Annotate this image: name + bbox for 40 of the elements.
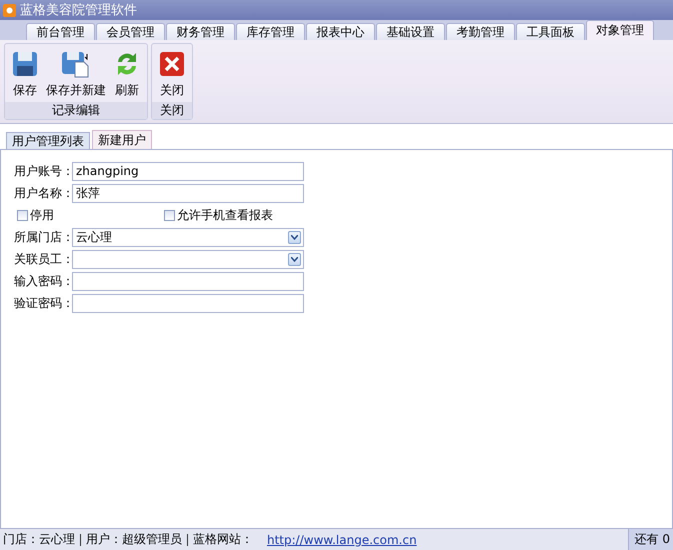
menu-tab[interactable]: 考勤管理 [446,23,515,40]
field-label: 输入密码： [14,272,72,290]
toolbar-button[interactable]: 保存 [9,48,41,102]
close-icon [159,50,185,78]
status-text: 蓝格网站： [193,531,253,548]
status-text: 门店：云心理 [3,531,75,548]
menu-tab[interactable]: 基础设置 [376,23,445,40]
dropdown-field[interactable]: 云心理 [72,228,304,246]
menu-tab[interactable]: 会员管理 [96,23,165,40]
field-label: 验证密码： [14,294,72,312]
app-logo-icon [3,4,16,16]
toolbar-button[interactable]: 保存并新建 [43,48,109,102]
field-label: 关联员工： [14,250,72,268]
toolbar-button[interactable]: 关闭 [156,48,188,102]
checkbox[interactable]: 停用 [17,206,164,224]
window-title: 蓝格美容院管理软件 [20,2,137,19]
menu-tab[interactable]: 库存管理 [236,23,305,40]
menu-tab[interactable]: 对象管理 [586,20,654,40]
menu-tab[interactable]: 财务管理 [166,23,235,40]
group-title: 记录编辑 [5,102,147,119]
input-field[interactable] [72,272,304,290]
checkbox[interactable]: 允许手机查看报表 [164,206,311,224]
menu-tab[interactable]: 工具面板 [516,23,585,40]
dropdown-field[interactable] [72,250,304,268]
input-field[interactable]: zhangping [72,162,304,180]
status-text: 用户：超级管理员 [86,531,182,548]
field-label: 用户账号： [14,162,72,180]
toolbar-button[interactable]: 刷新 [111,48,143,102]
field-label: 用户名称： [14,184,72,202]
status-count: 还有 0 [628,529,673,550]
menu-tab[interactable]: 前台管理 [26,23,95,40]
input-field[interactable]: 张萍 [72,184,304,202]
input-field[interactable] [72,294,304,312]
floppy-disk-with-page-icon [61,50,91,78]
group-title: 关闭 [152,102,192,119]
menu-tab[interactable]: 报表中心 [306,23,375,40]
page-tab[interactable]: 新建用户 [92,130,152,149]
page-tab[interactable]: 用户管理列表 [6,132,90,149]
website-link[interactable]: http://www.lange.com.cn [267,532,417,546]
field-label: 所属门店： [14,228,72,246]
